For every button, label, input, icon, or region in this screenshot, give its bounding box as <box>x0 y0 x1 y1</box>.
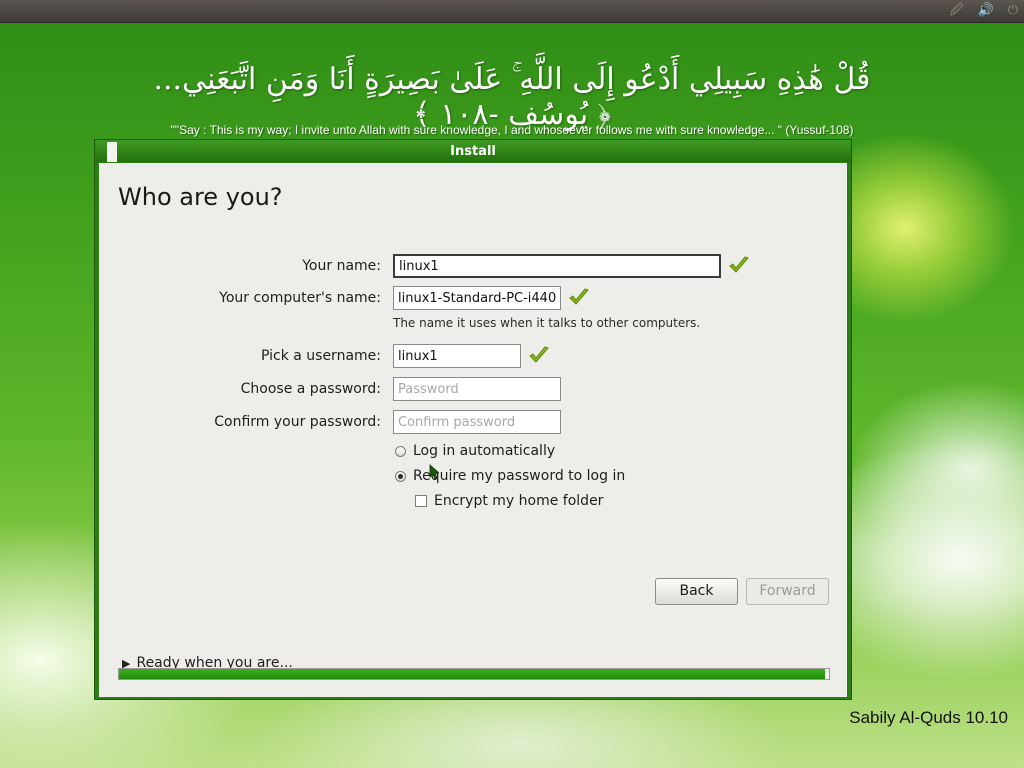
mouse-pointer-icon <box>429 464 439 480</box>
power-icon[interactable]: ⏻ <box>1008 3 1018 19</box>
password-label: Choose a password: <box>240 381 381 397</box>
checkbox-indicator[interactable] <box>415 495 427 507</box>
back-button[interactable]: Back <box>655 578 738 605</box>
radio-indicator[interactable] <box>395 445 406 457</box>
computer-name-hint: The name it uses when it talks to other … <box>393 316 701 330</box>
wallpaper-verse-translation: ""Say : This is my way; I invite unto Al… <box>170 123 854 137</box>
username-input[interactable] <box>393 344 521 368</box>
login-auto-radio[interactable]: Log in automatically <box>395 443 555 459</box>
top-panel: 🖉 🔊 ⏻ <box>0 0 1024 23</box>
page-title: Who are you? <box>118 183 283 211</box>
installer-window: Install Who are you? Your name: Your com… <box>94 139 852 700</box>
login-auto-label: Log in automatically <box>413 443 556 459</box>
login-require-password-label: Require my password to log in <box>413 468 626 484</box>
installer-page: Who are you? Your name: Your computer's … <box>99 163 847 697</box>
encrypt-home-checkbox[interactable]: Encrypt my home folder <box>415 493 603 509</box>
volume-icon[interactable]: 🔊 <box>978 3 994 19</box>
computer-name-label: Your computer's name: <box>219 290 381 306</box>
computer-name-input[interactable] <box>393 286 561 310</box>
encrypt-home-label: Encrypt my home folder <box>434 493 604 509</box>
confirm-password-input[interactable] <box>393 410 561 434</box>
install-progress-bar <box>118 668 830 680</box>
username-label: Pick a username: <box>260 348 381 364</box>
progress-fill <box>119 669 826 679</box>
forward-button[interactable]: Forward <box>746 578 829 605</box>
pin-icon[interactable]: 🖉 <box>950 3 964 19</box>
wallpaper-verse: قُلْ هَٰذِهِ سَبِيلِي أَدْعُو إِلَى اللَ… <box>153 62 871 132</box>
your-name-label: Your name: <box>302 258 381 274</box>
window-titlebar[interactable]: Install <box>95 140 851 162</box>
wallpaper-brand: Sabily Al-Quds 10.10 <box>849 708 1008 727</box>
username-valid-icon <box>529 346 549 363</box>
your-name-input[interactable] <box>393 254 721 278</box>
computer-name-valid-icon <box>569 288 589 305</box>
password-input[interactable] <box>393 377 561 401</box>
radio-indicator-selected[interactable] <box>395 470 406 482</box>
confirm-password-label: Confirm your password: <box>214 414 381 430</box>
system-tray: 🖉 🔊 ⏻ <box>950 3 1018 19</box>
your-name-valid-icon <box>729 256 749 273</box>
window-title: Install <box>450 144 496 159</box>
